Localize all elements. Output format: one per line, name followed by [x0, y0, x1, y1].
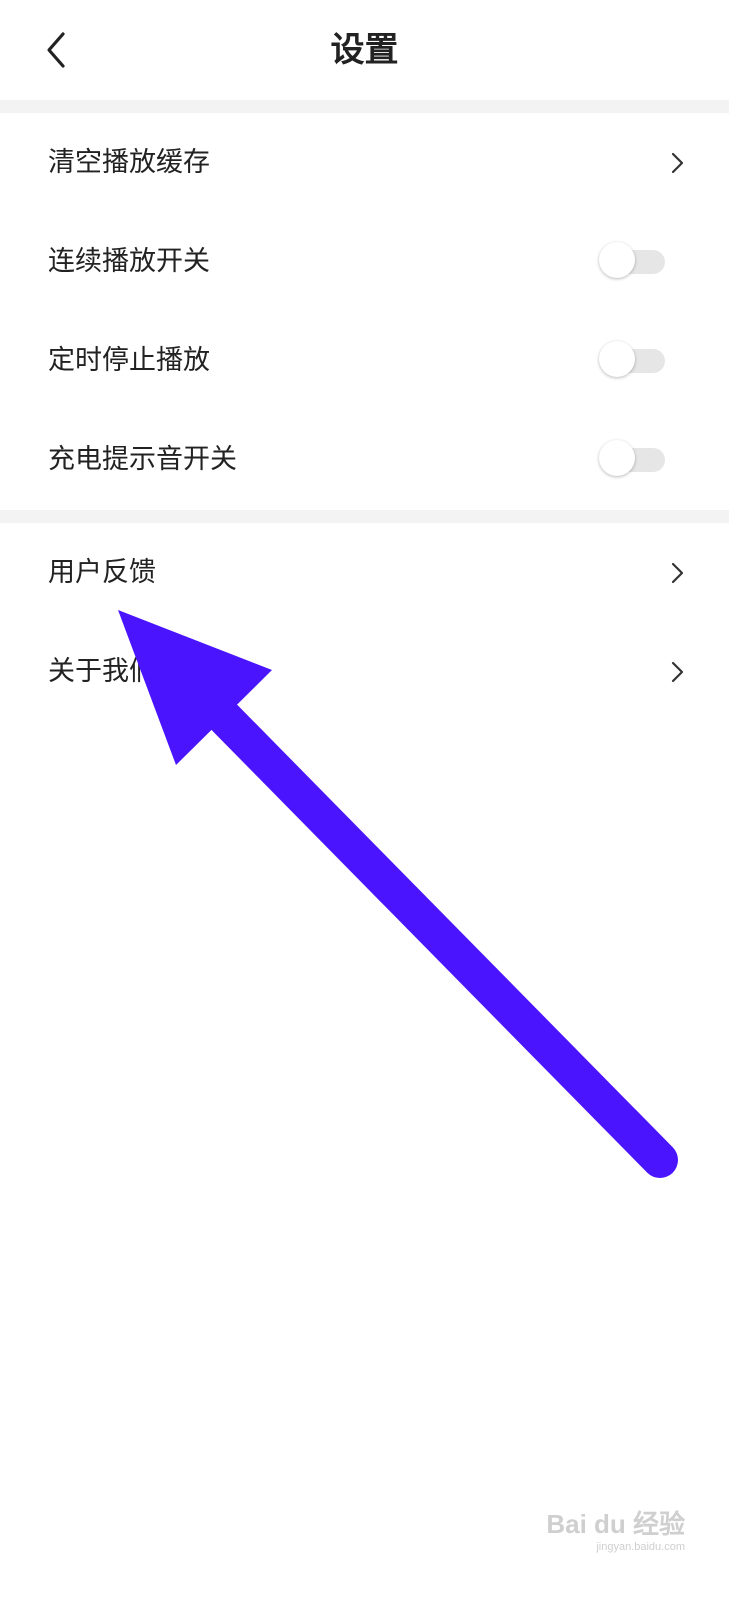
row-label: 关于我们	[48, 656, 156, 687]
section-divider	[0, 100, 729, 113]
timed-stop-toggle[interactable]	[599, 341, 669, 377]
section-divider	[0, 510, 729, 523]
about-us-row[interactable]: 关于我们	[0, 622, 729, 722]
timed-stop-row: 定时停止播放	[0, 311, 729, 411]
continuous-play-toggle[interactable]	[599, 242, 669, 278]
header-bar: 设置	[0, 0, 729, 100]
chevron-right-icon	[671, 661, 684, 683]
watermark-url: jingyan.baidu.com	[596, 1541, 685, 1553]
toggle-knob	[599, 341, 635, 377]
row-label: 清空播放缓存	[48, 147, 210, 178]
row-label: 充电提示音开关	[48, 444, 237, 475]
charging-sound-row: 充电提示音开关	[0, 410, 729, 510]
charging-sound-toggle[interactable]	[599, 440, 669, 476]
page-title: 设置	[330, 30, 399, 70]
chevron-right-icon	[671, 562, 684, 584]
clear-cache-row[interactable]: 清空播放缓存	[0, 113, 729, 213]
user-feedback-row[interactable]: 用户反馈	[0, 523, 729, 623]
toggle-knob	[599, 242, 635, 278]
settings-page: 设置 清空播放缓存 连续播放开关 定时停止播放 充电提示音开关 用户反馈 关于我…	[0, 0, 729, 1600]
watermark-logo-text: Bai du 经验	[546, 1509, 685, 1539]
continuous-play-row: 连续播放开关	[0, 212, 729, 312]
chevron-right-icon	[671, 152, 684, 174]
toggle-knob	[599, 440, 635, 476]
watermark: Bai du 经验 jingyan.baidu.com	[545, 1508, 685, 1568]
row-label: 定时停止播放	[48, 345, 210, 376]
row-label: 连续播放开关	[48, 246, 210, 277]
row-label: 用户反馈	[48, 557, 156, 588]
